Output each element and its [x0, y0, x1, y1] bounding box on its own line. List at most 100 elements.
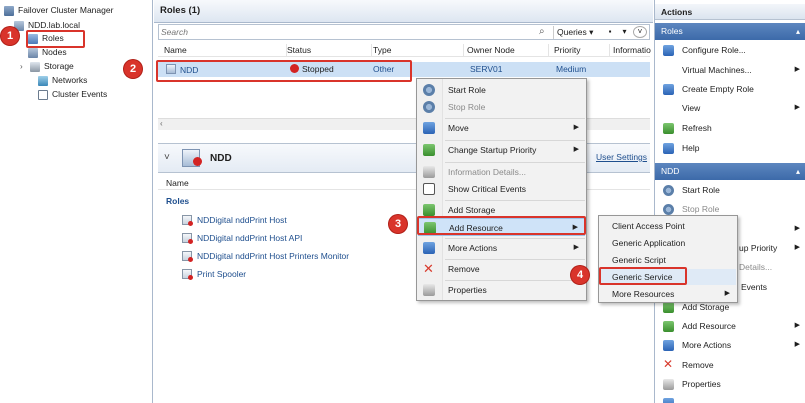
- more-actions-icon: [663, 340, 674, 351]
- information-details-icon: [423, 166, 435, 178]
- networks-icon: [38, 75, 48, 86]
- resource-icon: [182, 215, 193, 226]
- user-settings-link[interactable]: User Settings: [596, 152, 647, 162]
- column-header-information[interactable]: Informatio: [613, 45, 651, 55]
- actions-pane: Actions Roles ▴ Configure Role... Virtual…: [654, 0, 805, 403]
- nodes-icon: [28, 47, 38, 58]
- menu-item-more-actions[interactable]: More Actions ▶: [418, 239, 585, 257]
- collapse-arrow-icon[interactable]: ▴: [796, 23, 800, 40]
- action-virtual-machines[interactable]: Virtual Machines... ▶: [655, 61, 805, 79]
- tree-item-storage[interactable]: › Storage: [20, 60, 74, 73]
- list-item[interactable]: Print Spooler: [182, 268, 246, 280]
- list-item[interactable]: NDDigital nddPrint Host: [182, 214, 287, 226]
- submenu-arrow-icon: ▶: [794, 104, 800, 111]
- configure-role-icon: [663, 45, 674, 56]
- submenu-item-generic-script[interactable]: Generic Script: [601, 252, 736, 268]
- chevron-right-icon[interactable]: ›: [20, 60, 28, 73]
- resource-icon: [182, 269, 193, 280]
- search-icon[interactable]: ⌕: [539, 26, 550, 37]
- column-header-priority[interactable]: Priority: [554, 45, 580, 55]
- highlight-roles: [26, 30, 85, 48]
- annotation-badge-1: 1: [1, 27, 19, 45]
- refresh-icon: [663, 123, 674, 134]
- tree-item-cluster-events[interactable]: Cluster Events: [38, 88, 107, 101]
- action-add-resource[interactable]: Add Resource ▶: [655, 317, 805, 335]
- action-refresh[interactable]: Refresh: [655, 119, 805, 137]
- column-header-status[interactable]: Status: [287, 45, 311, 55]
- submenu-arrow-icon: ▶: [794, 66, 800, 73]
- expand-collapse-icon[interactable]: ˅: [633, 26, 647, 38]
- stop-role-icon: [423, 101, 435, 113]
- add-storage-icon: [423, 204, 435, 216]
- search-bar: ⌕ Queries ▾ ▪ ▾ ˅: [158, 24, 650, 40]
- submenu-arrow-icon: ▶: [573, 124, 579, 131]
- column-header-owner-node[interactable]: Owner Node: [467, 45, 515, 55]
- column-divider: [548, 44, 549, 57]
- stopped-status-icon: [193, 157, 202, 166]
- save-query-icon[interactable]: ▪: [602, 26, 618, 39]
- tree-item-failover-cluster-manager[interactable]: Failover Cluster Manager: [4, 4, 113, 17]
- more-actions-icon: [423, 242, 435, 254]
- column-divider: [609, 44, 610, 57]
- actions-section-ndd[interactable]: NDD ▴: [655, 163, 805, 180]
- list-item[interactable]: NDDigital nddPrint Host Printers Monitor: [182, 250, 349, 262]
- column-divider: [463, 44, 464, 57]
- menu-item-start-role[interactable]: Start Role: [418, 81, 585, 99]
- properties-icon: [423, 284, 435, 296]
- column-header-type[interactable]: Type: [373, 45, 391, 55]
- resource-icon: [182, 233, 193, 244]
- role-context-menu: Start Role Stop Role Move ▶ Change Startu…: [416, 78, 587, 301]
- tree-item-networks[interactable]: Networks: [38, 74, 87, 87]
- add-storage-icon: [663, 302, 674, 313]
- resource-icon: [182, 251, 193, 262]
- action-more-actions[interactable]: More Actions ▶: [655, 336, 805, 354]
- start-role-icon: [423, 84, 435, 96]
- highlight-role-row: [156, 60, 412, 82]
- search-input[interactable]: [161, 26, 531, 38]
- submenu-item-generic-application[interactable]: Generic Application: [601, 235, 736, 251]
- menu-item-properties[interactable]: Properties: [418, 281, 585, 299]
- roles-column-headers: Name Status Type Owner Node Priority Inf…: [158, 44, 651, 57]
- list-item[interactable]: NDDigital nddPrint Host API: [182, 232, 302, 244]
- menu-item-remove[interactable]: ✕ Remove: [418, 260, 585, 278]
- menu-item-change-startup-priority[interactable]: Change Startup Priority ▶: [418, 141, 585, 159]
- submenu-arrow-icon: ▶: [724, 290, 730, 297]
- collapse-chevron-icon[interactable]: ˅: [164, 152, 176, 164]
- queries-button[interactable]: Queries ▾: [553, 26, 596, 39]
- annotation-badge-3: 3: [389, 215, 407, 233]
- remove-icon: ✕: [663, 357, 674, 371]
- column-header-name[interactable]: Name: [164, 45, 187, 55]
- help-icon: [663, 398, 674, 403]
- submenu-item-more-resources[interactable]: More Resources ▶: [601, 286, 736, 302]
- add-resource-icon: [663, 321, 674, 332]
- highlight-add-resource: [417, 216, 586, 235]
- submenu-item-client-access-point[interactable]: Client Access Point: [601, 218, 736, 234]
- action-configure-role[interactable]: Configure Role...: [655, 41, 805, 59]
- menu-item-show-critical-events[interactable]: Show Critical Events: [418, 180, 585, 198]
- action-remove[interactable]: ✕ Remove: [655, 356, 805, 374]
- menu-item-stop-role[interactable]: Stop Role: [418, 98, 585, 116]
- menu-item-move[interactable]: Move ▶: [418, 119, 585, 137]
- action-help[interactable]: Help: [655, 139, 805, 157]
- scroll-left-icon[interactable]: ‹: [160, 119, 163, 128]
- cluster-icon: [4, 5, 14, 16]
- create-empty-role-icon: [663, 84, 674, 95]
- action-view[interactable]: View ▶: [655, 99, 805, 117]
- submenu-arrow-icon: ▶: [794, 225, 800, 232]
- dropdown-arrow-icon[interactable]: ▾: [618, 26, 631, 39]
- action-help-partial[interactable]: [655, 394, 805, 403]
- start-role-icon: [663, 185, 674, 196]
- stop-role-icon: [663, 204, 674, 215]
- help-icon: [663, 143, 674, 154]
- action-properties[interactable]: Properties: [655, 375, 805, 393]
- menu-item-information-details[interactable]: Information Details...: [418, 163, 585, 181]
- actions-section-roles[interactable]: Roles ▴: [655, 23, 805, 40]
- highlight-generic-service: [599, 267, 687, 285]
- action-start-role[interactable]: Start Role: [655, 181, 805, 199]
- collapse-arrow-icon[interactable]: ▴: [796, 163, 800, 180]
- role-owner-node-cell: SERV01: [470, 64, 503, 74]
- detail-column-header-name[interactable]: Name: [166, 178, 189, 188]
- action-create-empty-role[interactable]: Create Empty Role: [655, 80, 805, 98]
- role-priority-cell: Medium: [556, 64, 587, 74]
- submenu-arrow-icon: ▶: [573, 244, 579, 251]
